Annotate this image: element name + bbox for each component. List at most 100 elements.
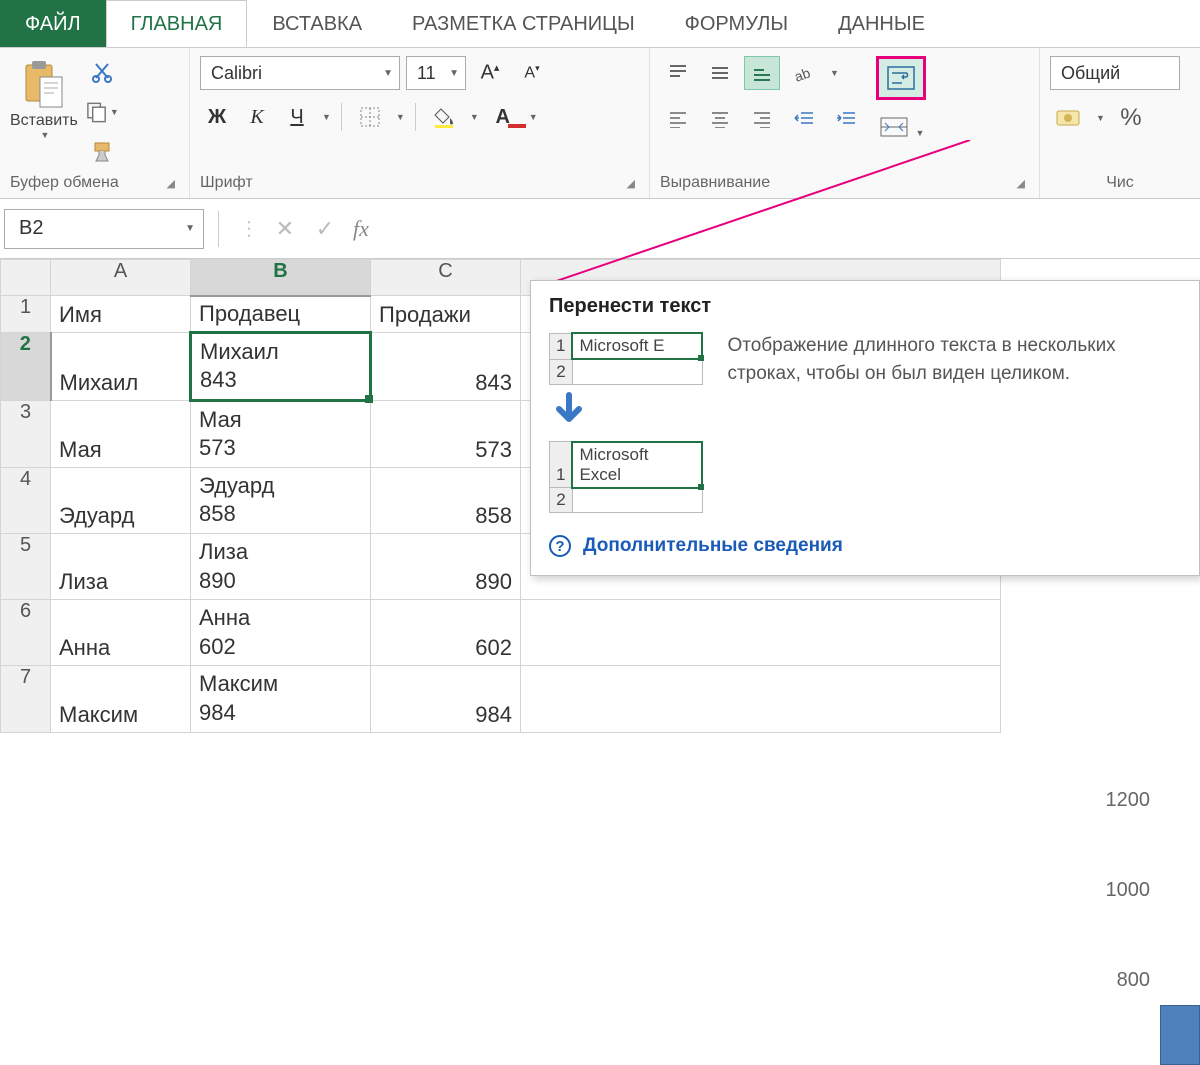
italic-button[interactable]: К — [240, 100, 274, 134]
cell[interactable]: Лиза 890 — [191, 534, 371, 600]
row-header[interactable]: 6 — [1, 600, 51, 666]
cell[interactable]: Михаил — [51, 332, 191, 400]
cell[interactable]: Эдуард 858 — [191, 467, 371, 533]
font-color-button[interactable]: A — [485, 101, 521, 133]
align-middle-icon — [710, 64, 730, 82]
format-painter-button[interactable] — [84, 136, 120, 168]
accounting-format-button[interactable] — [1050, 102, 1086, 134]
cell[interactable] — [521, 600, 1001, 666]
chevron-down-icon[interactable]: ▼ — [322, 112, 331, 122]
chevron-down-icon[interactable]: ▼ — [470, 112, 479, 122]
column-header-c[interactable]: C — [371, 260, 521, 296]
copy-icon — [85, 100, 108, 124]
grow-font-button[interactable]: A▴ — [472, 57, 508, 89]
cut-button[interactable] — [84, 56, 120, 88]
align-right-button[interactable] — [744, 102, 780, 136]
row-header[interactable]: 1 — [1, 296, 51, 333]
select-all-corner[interactable] — [1, 260, 51, 296]
cell[interactable]: Продажи — [371, 296, 521, 333]
tab-page-layout[interactable]: РАЗМЕТКА СТРАНИЦЫ — [387, 0, 660, 47]
tab-insert[interactable]: ВСТАВКА — [247, 0, 387, 47]
underline-button[interactable]: Ч — [280, 100, 314, 134]
cell[interactable]: 858 — [371, 467, 521, 533]
align-bottom-button[interactable] — [744, 56, 780, 90]
row-header[interactable]: 5 — [1, 534, 51, 600]
percent-icon: % — [1120, 104, 1141, 132]
enter-formula-button[interactable]: ✓ — [305, 211, 345, 247]
align-middle-button[interactable] — [702, 56, 738, 90]
chevron-down-icon[interactable]: ▼ — [830, 68, 839, 78]
paste-button[interactable]: Вставить ▼ — [10, 56, 78, 140]
wrap-text-tooltip: Перенести текст 1Microsoft E 2 1Microsof… — [530, 280, 1200, 576]
chevron-down-icon[interactable]: ▼ — [916, 128, 925, 138]
x-icon: ✕ — [276, 216, 294, 242]
ribbon-group-label: Шрифт — [200, 174, 253, 192]
decrease-indent-button[interactable] — [786, 102, 822, 136]
tab-data[interactable]: ДАННЫЕ — [813, 0, 950, 47]
brush-icon — [90, 140, 114, 164]
align-center-button[interactable] — [702, 102, 738, 136]
row-header[interactable]: 3 — [1, 400, 51, 467]
tooltip-more-link[interactable]: Дополнительные сведения — [583, 535, 843, 557]
font-name-combo[interactable]: Calibri▼ — [200, 56, 400, 90]
chevron-down-icon[interactable]: ▼ — [529, 112, 538, 122]
cell[interactable]: 890 — [371, 534, 521, 600]
chevron-down-icon: ▼ — [449, 68, 459, 79]
cell[interactable]: Лиза — [51, 534, 191, 600]
chevron-down-icon[interactable]: ▼ — [396, 112, 405, 122]
cell[interactable]: Эдуард — [51, 467, 191, 533]
row-header[interactable]: 4 — [1, 467, 51, 533]
tab-home[interactable]: ГЛАВНАЯ — [106, 0, 248, 47]
row-header[interactable]: 7 — [1, 666, 51, 732]
shrink-font-button[interactable]: A▾ — [514, 57, 550, 89]
name-box[interactable]: B2▼ — [4, 209, 204, 249]
cell-selected[interactable]: Михаил 843 — [191, 332, 371, 400]
dialog-launcher-icon[interactable]: ◢ — [163, 175, 179, 192]
align-top-button[interactable] — [660, 56, 696, 90]
bold-button[interactable]: Ж — [200, 100, 234, 134]
cell[interactable]: Продавец — [191, 296, 371, 333]
borders-icon — [360, 107, 380, 127]
orientation-icon: ab — [792, 63, 816, 83]
dialog-launcher-icon[interactable]: ◢ — [623, 175, 639, 192]
cell[interactable]: 602 — [371, 600, 521, 666]
paste-label: Вставить — [10, 112, 78, 130]
ribbon-tabs: ФАЙЛ ГЛАВНАЯ ВСТАВКА РАЗМЕТКА СТРАНИЦЫ Ф… — [0, 0, 1200, 48]
tab-file[interactable]: ФАЙЛ — [0, 0, 106, 47]
tab-formulas[interactable]: ФОРМУЛЫ — [660, 0, 813, 47]
row-header[interactable]: 2 — [1, 332, 51, 400]
copy-button[interactable]: ▼ — [84, 96, 120, 128]
cell[interactable] — [521, 666, 1001, 732]
number-format-combo[interactable]: Общий — [1050, 56, 1180, 90]
ribbon-group-alignment: ab▼ ▼ Выравнивание◢ — [650, 48, 1040, 198]
dialog-launcher-icon[interactable]: ◢ — [1013, 175, 1029, 192]
cell[interactable]: 573 — [371, 400, 521, 467]
align-left-button[interactable] — [660, 102, 696, 136]
cancel-formula-button[interactable]: ✕ — [265, 211, 305, 247]
paste-icon — [20, 56, 68, 112]
increase-indent-button[interactable] — [828, 102, 864, 136]
fill-color-button[interactable] — [426, 101, 462, 133]
cell[interactable]: Максим — [51, 666, 191, 732]
font-size-combo[interactable]: 11▼ — [406, 56, 466, 90]
orientation-button[interactable]: ab — [786, 56, 822, 90]
cell[interactable]: Анна 602 — [191, 600, 371, 666]
cell[interactable]: 843 — [371, 332, 521, 400]
cell[interactable]: Анна — [51, 600, 191, 666]
cell[interactable]: 984 — [371, 666, 521, 732]
scissors-icon — [90, 60, 114, 84]
cell[interactable]: Максим 984 — [191, 666, 371, 732]
fx-icon[interactable]: fx — [353, 216, 369, 242]
align-bottom-icon — [752, 64, 772, 82]
column-header-a[interactable]: A — [51, 260, 191, 296]
column-header-b[interactable]: B — [191, 260, 371, 296]
cell[interactable]: Имя — [51, 296, 191, 333]
percent-button[interactable]: % — [1113, 102, 1149, 134]
cell[interactable]: Мая — [51, 400, 191, 467]
borders-button[interactable] — [352, 101, 388, 133]
chevron-down-icon: ▼ — [40, 130, 49, 140]
merge-center-button[interactable] — [876, 110, 912, 144]
cell[interactable]: Мая 573 — [191, 400, 371, 467]
wrap-text-button[interactable] — [876, 56, 926, 100]
chevron-down-icon[interactable]: ▼ — [1096, 113, 1105, 123]
